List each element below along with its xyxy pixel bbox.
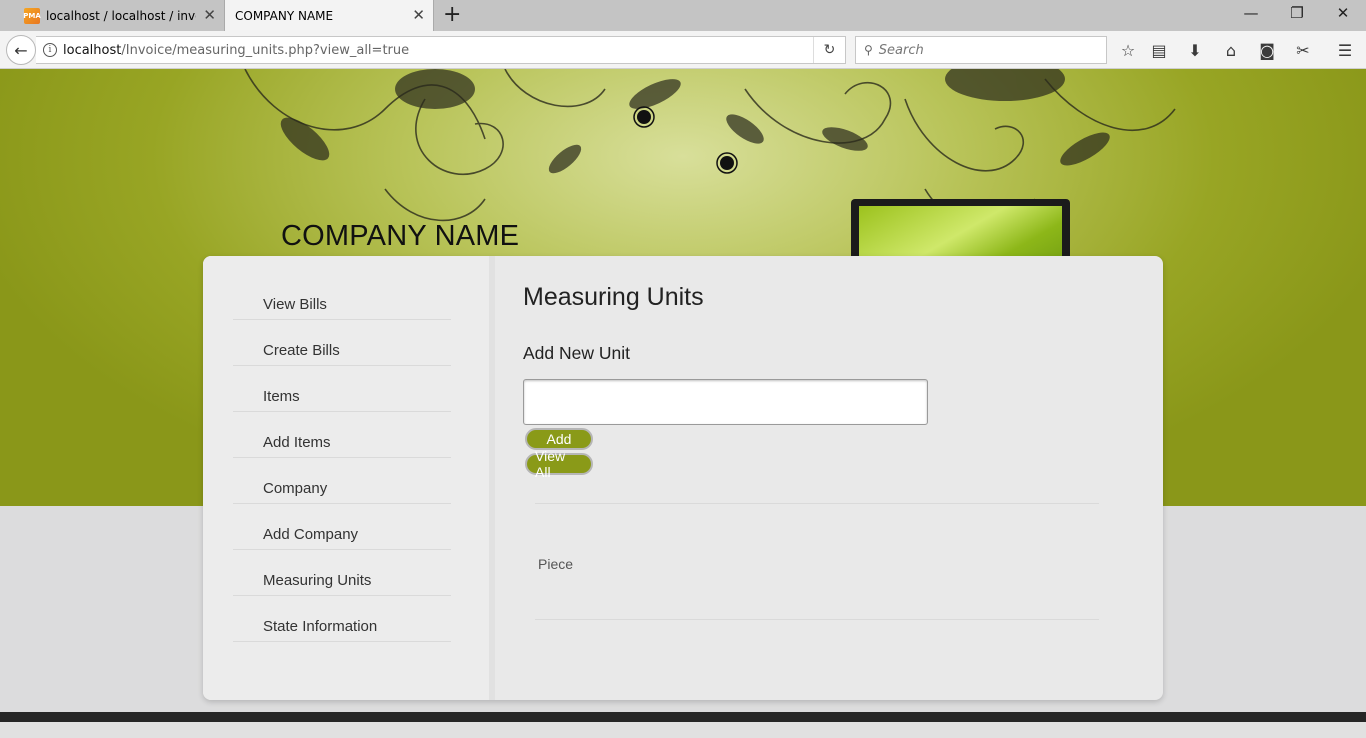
url-path: /Invoice/measuring_units.php?view_all=tr… <box>121 42 410 58</box>
company-name: COMPANY NAME <box>281 220 520 252</box>
sidebar-item-company[interactable]: Company <box>233 458 451 504</box>
download-icon[interactable]: ⬇ <box>1185 41 1205 61</box>
tab-title: COMPANY NAME <box>235 8 334 23</box>
page-title: Measuring Units <box>523 283 704 311</box>
menu-icon[interactable]: ☰ <box>1335 41 1355 61</box>
list-divider-bottom <box>535 619 1099 620</box>
sidebar-item-measuring-units[interactable]: Measuring Units <box>233 550 451 596</box>
close-window-icon[interactable]: ✕ <box>1333 4 1353 22</box>
info-icon[interactable]: i <box>43 43 57 57</box>
bookmark-star-icon[interactable]: ☆ <box>1118 41 1138 61</box>
tab-title: localhost / localhost / invoic <box>46 8 196 23</box>
main-content: Measuring Units Add New Unit Add View Al… <box>523 256 1143 700</box>
url-bar[interactable]: i localhost/Invoice/measuring_units.php?… <box>36 36 846 64</box>
list-divider-top <box>535 503 1099 504</box>
sidebar-item-add-items[interactable]: Add Items <box>233 412 451 458</box>
back-arrow-icon[interactable]: ← <box>6 35 36 65</box>
search-input[interactable]: ⚲ Search <box>855 36 1107 64</box>
close-tab-icon[interactable]: ✕ <box>203 8 216 23</box>
reload-icon[interactable]: ↻ <box>813 37 845 63</box>
page: COMPANY NAME View Bills Create Bills Ite… <box>0 69 1366 738</box>
pocket-icon[interactable]: ◙ <box>1257 41 1277 61</box>
unit-name-input[interactable] <box>523 379 928 425</box>
home-icon[interactable]: ⌂ <box>1221 41 1241 61</box>
list-item: Piece <box>538 556 574 572</box>
search-icon: ⚲ <box>864 43 873 57</box>
sidebar-item-add-company[interactable]: Add Company <box>233 504 451 550</box>
sidebar-item-state-information[interactable]: State Information <box>233 596 451 642</box>
sidebar-item-items[interactable]: Items <box>233 366 451 412</box>
sidebar-item-view-bills[interactable]: View Bills <box>233 288 451 320</box>
reading-list-icon[interactable]: ▤ <box>1149 41 1169 61</box>
sidebar-nav: View Bills Create Bills Items Add Items … <box>233 288 451 642</box>
view-all-button[interactable]: View All <box>525 448 593 480</box>
tab-company[interactable]: COMPANY NAME ✕ <box>224 0 434 31</box>
tab-strip: PMA localhost / localhost / invoic ✕ COM… <box>0 0 1366 31</box>
add-button[interactable]: Add <box>525 428 593 450</box>
restore-icon[interactable]: ❐ <box>1287 4 1307 22</box>
form-heading: Add New Unit <box>523 343 630 363</box>
screenshot-icon[interactable]: ✂ <box>1293 41 1313 61</box>
content-panel: View Bills Create Bills Items Add Items … <box>203 256 1163 700</box>
search-placeholder: Search <box>878 42 924 58</box>
footer-strip <box>0 722 1366 738</box>
navigation-toolbar: ← i localhost/Invoice/measuring_units.ph… <box>0 31 1366 69</box>
url-host: localhost <box>63 42 122 58</box>
minimize-icon[interactable]: — <box>1241 4 1261 22</box>
sidebar-item-create-bills[interactable]: Create Bills <box>233 320 451 366</box>
phpmyadmin-icon: PMA <box>23 7 41 24</box>
tab-phpmyadmin[interactable]: PMA localhost / localhost / invoic ✕ <box>14 0 224 31</box>
close-tab-icon[interactable]: ✕ <box>412 8 425 23</box>
sidebar-divider <box>489 256 495 700</box>
new-tab-icon[interactable]: + <box>443 3 461 27</box>
sidebar: View Bills Create Bills Items Add Items … <box>203 256 492 700</box>
footer-bar <box>0 712 1366 722</box>
